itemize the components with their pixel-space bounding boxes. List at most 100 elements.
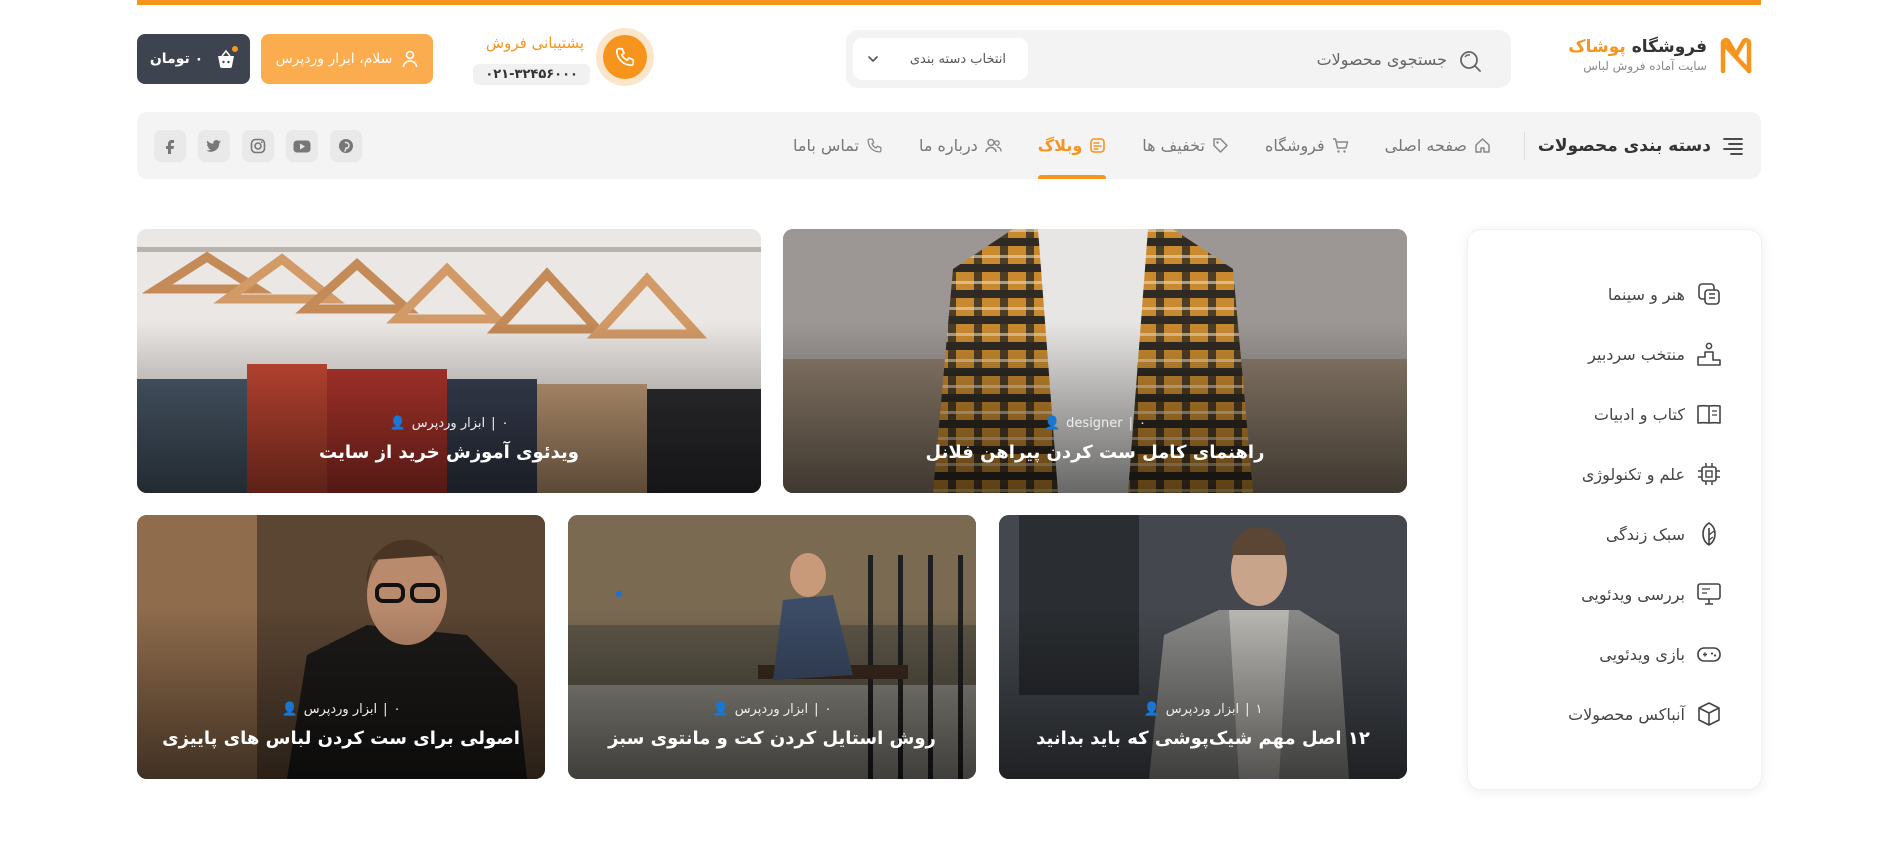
cart-count-dot (230, 44, 241, 54)
instagram-icon[interactable] (242, 130, 274, 162)
support-phone-badge (596, 28, 654, 86)
users-icon (985, 138, 1002, 153)
sidebar-item-editors-pick[interactable]: منتخب سردبیر (1588, 340, 1723, 368)
sales-support[interactable]: پشتیبانی فروش ۰۲۱-۳۲۴۵۶۰۰۰ (464, 28, 654, 90)
login-label: سلام، ابزار وردپرس (275, 51, 393, 67)
sidebar-item-unboxing[interactable]: آنباکس محصولات (1568, 700, 1723, 728)
nav-item-label: تماس باما (793, 136, 859, 155)
nav-item-label: صفحه اصلی (1384, 136, 1467, 155)
nav-menu: صفحه اصلی فروشگاه تخفیف ها وبلاگ درباره … (793, 112, 1491, 179)
sidebar-item-video-games[interactable]: بازی ویدئویی (1599, 640, 1723, 668)
post-meta: ۰ | ابزار وردپرس 👤 (568, 702, 976, 717)
author-icon: 👤 (712, 702, 729, 717)
nav-divider (1524, 132, 1525, 160)
meta-divider: | (1245, 702, 1250, 717)
post-author: ابزار وردپرس (303, 702, 378, 717)
sidebar-item-label: منتخب سردبیر (1588, 344, 1685, 364)
post-title[interactable]: ویدئوی آموزش خرید از سایت (137, 442, 761, 463)
logo-title-main: فروشگاه (1631, 37, 1707, 57)
logo-mark-icon (1720, 38, 1752, 74)
social-links (154, 130, 362, 162)
search-icon[interactable] (1457, 47, 1483, 73)
author-icon: 👤 (389, 416, 406, 431)
top-accent-bar (137, 0, 1761, 5)
sidebar-item-label: بررسی ویدئویی (1581, 584, 1685, 604)
author-icon: 👤 (1043, 416, 1061, 431)
nav-item-contact[interactable]: تماس باما (793, 112, 883, 179)
post-title[interactable]: اصولی برای ست کردن لباس های پاییزی (137, 728, 545, 749)
cinema-icon (1698, 283, 1720, 305)
post-title[interactable]: روش استایل کردن کت و مانتوی سبز (568, 728, 976, 749)
post-author: ابزار وردپرس (411, 416, 486, 431)
chip-icon (1698, 463, 1720, 485)
sidebar-item-label: آنباکس محصولات (1568, 704, 1685, 724)
box-icon (1698, 702, 1720, 726)
sidebar-item-art-cinema[interactable]: هنر و سینما (1608, 280, 1723, 308)
meta-divider: | (1128, 416, 1134, 431)
post-author: ابزار وردپرس (734, 702, 809, 717)
nav-item-discounts[interactable]: تخفیف ها (1142, 112, 1229, 179)
meta-divider: | (383, 702, 388, 717)
category-select-label: انتخاب دسته بندی (909, 51, 1006, 67)
sidebar-item-label: هنر و سینما (1607, 284, 1685, 304)
sidebar-item-books[interactable]: کتاب و ادبیات (1594, 400, 1723, 428)
site-logo[interactable]: فروشگاه پوشاک سایت آماده فروش لباس (1568, 35, 1755, 75)
tag-icon (1213, 138, 1228, 153)
sidebar-item-label: علم و تکنولوژی (1581, 464, 1685, 484)
basket-icon (215, 44, 241, 70)
category-select[interactable]: انتخاب دسته بندی (853, 38, 1028, 80)
chevron-down-icon (868, 56, 878, 63)
sidebar-item-video-review[interactable]: بررسی ویدئویی (1581, 580, 1723, 608)
blog-post-card[interactable]: ۰ | ابزار وردپرس 👤 روش استایل کردن کت و … (568, 515, 976, 779)
post-author: designer (1066, 416, 1123, 431)
phone-icon (615, 47, 635, 67)
support-title: پشتیبانی فروش (485, 34, 584, 52)
user-icon (403, 50, 418, 68)
post-title[interactable]: ۱۲ اصل مهم شیک‌پوشی که باید بدانید (999, 728, 1407, 749)
blog-post-card[interactable]: ۰ | designer 👤 راهنمای کامل ست کردن پیرا… (783, 229, 1407, 493)
sidebar-item-label: سبک زندگی (1605, 524, 1685, 544)
nav-item-blog[interactable]: وبلاگ (1037, 112, 1107, 179)
post-meta: ۱ | ابزار وردپرس 👤 (999, 702, 1407, 717)
cart-icon (1332, 138, 1348, 153)
nav-item-label: وبلاگ (1037, 136, 1083, 155)
monitor-icon (1697, 583, 1721, 605)
sidebar-item-label: کتاب و ادبیات (1593, 404, 1685, 424)
sidebar-item-lifestyle[interactable]: سبک زندگی (1606, 520, 1723, 548)
support-phone-number: ۰۲۱-۳۲۴۵۶۰۰۰ (473, 64, 590, 85)
nav-item-shop[interactable]: فروشگاه (1265, 112, 1349, 179)
comment-count: ۰ (824, 702, 832, 717)
cart-total: ۰ تومان (149, 51, 204, 67)
author-icon: 👤 (1143, 702, 1160, 717)
login-button[interactable]: سلام، ابزار وردپرس (261, 34, 433, 84)
post-title[interactable]: راهنمای کامل ست کردن پیراهن فلانل (783, 442, 1407, 463)
logo-title: فروشگاه پوشاک (1568, 37, 1707, 57)
pinterest-icon[interactable] (330, 130, 362, 162)
youtube-icon[interactable] (286, 130, 318, 162)
product-categories-label: دسته بندی محصولات (1537, 135, 1711, 156)
blog-post-card[interactable]: ۰ | ابزار وردپرس 👤 ویدئوی آموزش خرید از … (137, 229, 761, 493)
post-meta: ۰ | ابزار وردپرس 👤 (137, 702, 545, 717)
comment-count: ۰ (1139, 416, 1147, 431)
leaf-icon (1702, 522, 1716, 546)
search-input[interactable] (1169, 42, 1449, 76)
blog-icon (1090, 138, 1106, 153)
nav-item-label: فروشگاه (1264, 136, 1325, 155)
blog-post-card[interactable]: ۱ | ابزار وردپرس 👤 ۱۲ اصل مهم شیک‌پوشی ک… (999, 515, 1407, 779)
nav-item-home[interactable]: صفحه اصلی (1385, 112, 1491, 179)
home-icon (1475, 138, 1490, 153)
blog-post-card[interactable]: ۰ | ابزار وردپرس 👤 اصولی برای ست کردن لب… (137, 515, 545, 779)
twitter-icon[interactable] (198, 130, 230, 162)
sidebar-item-label: بازی ویدئویی (1599, 644, 1685, 664)
comment-count: ۱ (1255, 702, 1263, 717)
sidebar-item-science-tech[interactable]: علم و تکنولوژی (1582, 460, 1723, 488)
product-categories-menu[interactable]: دسته بندی محصولات (1538, 112, 1743, 179)
nav-item-label: درباره ما (918, 136, 978, 155)
main-navbar: دسته بندی محصولات صفحه اصلی فروشگاه تخفی… (137, 112, 1761, 179)
cart-button[interactable]: ۰ تومان (137, 34, 250, 84)
facebook-icon[interactable] (154, 130, 186, 162)
nav-item-about[interactable]: درباره ما (919, 112, 1002, 179)
author-icon: 👤 (281, 702, 298, 717)
post-meta: ۰ | ابزار وردپرس 👤 (137, 416, 761, 431)
nav-item-label: تخفیف ها (1142, 136, 1205, 155)
